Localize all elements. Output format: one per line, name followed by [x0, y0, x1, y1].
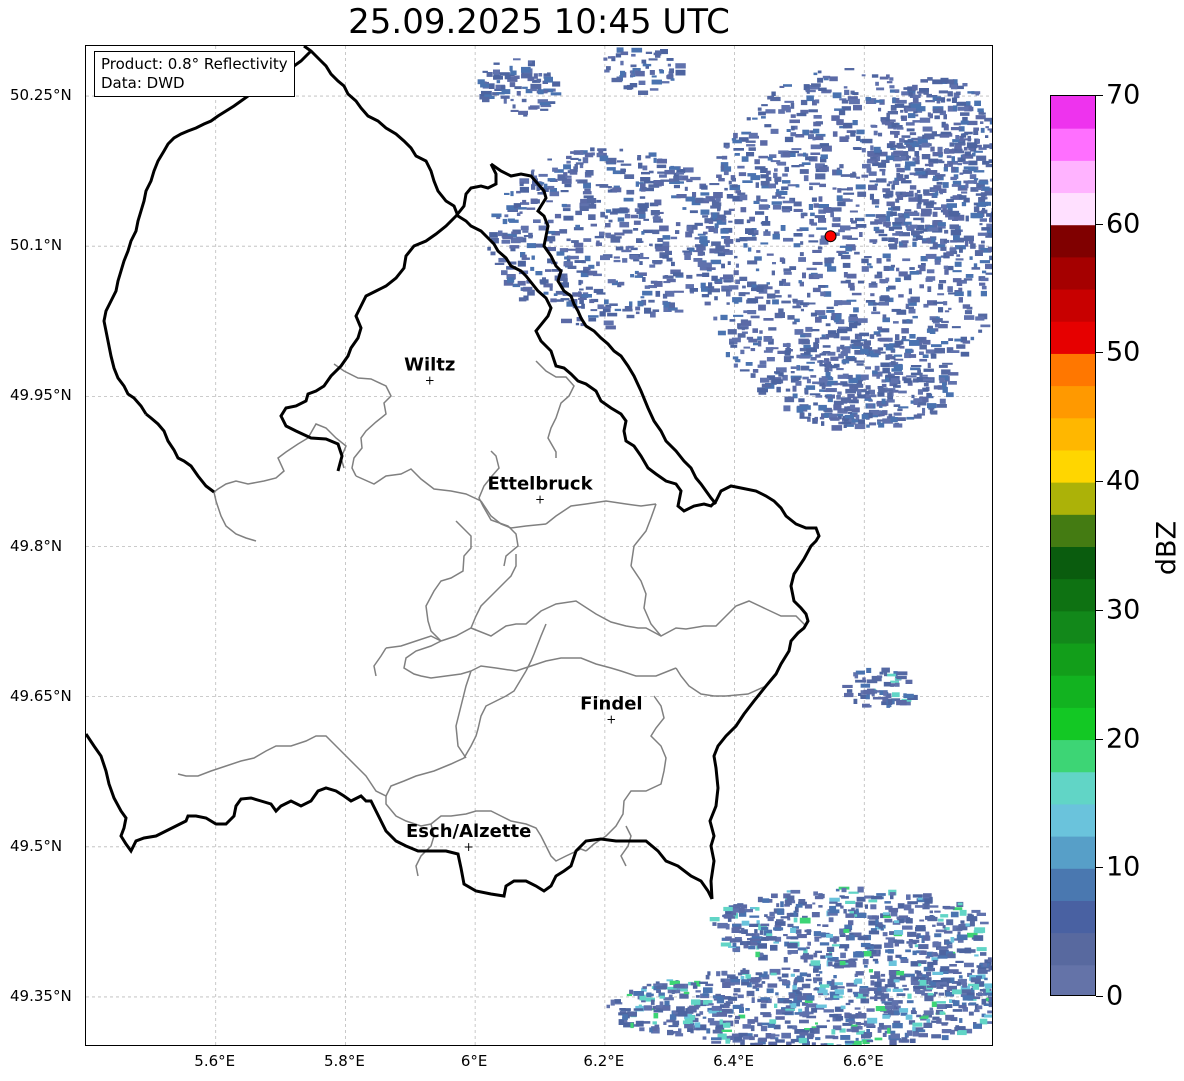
colorbar-tick-label: 60: [1106, 208, 1141, 240]
colorbar-tick-mark: [1096, 867, 1103, 869]
colorbar-swatch: [1051, 964, 1095, 995]
radar-site-dot: [824, 230, 837, 243]
product-info-box: Product: 0.8° Reflectivity Data: DWD: [94, 51, 295, 97]
city-marker: +: [606, 713, 616, 727]
map-title: 25.09.2025 10:45 UTC: [348, 2, 730, 42]
colorbar-tick-label: 30: [1106, 594, 1141, 626]
city-markers: +Wiltz+Ettelbruck+Findel+Esch/Alzette: [404, 354, 643, 853]
colorbar-swatch: [1051, 868, 1095, 901]
colorbar-swatch: [1051, 321, 1095, 354]
colorbar-swatch: [1051, 96, 1095, 129]
colorbar-swatch: [1051, 224, 1095, 258]
colorbar-swatch: [1051, 707, 1095, 741]
colorbar-swatch: [1051, 643, 1095, 676]
lat-tick-label: 49.5°N: [10, 836, 63, 855]
colorbar-swatch: [1051, 449, 1095, 483]
colorbar-swatch: [1051, 417, 1095, 451]
city-marker: +: [425, 373, 435, 387]
colorbar-tick-mark: [1096, 996, 1103, 997]
canton-borders: [177, 360, 807, 877]
colorbar-swatch: [1051, 675, 1095, 708]
colorbar-label: dBZ: [1151, 520, 1183, 576]
data-source-text: Data: DWD: [101, 74, 185, 92]
radar-site-marker: [824, 230, 837, 243]
city-label: Wiltz: [404, 354, 455, 375]
colorbar-swatch: [1051, 160, 1095, 194]
lat-tick-label: 49.95°N: [10, 386, 72, 405]
colorbar-swatch: [1051, 578, 1095, 612]
colorbar-swatch: [1051, 482, 1095, 515]
city-marker: +: [464, 840, 474, 854]
lon-tick-label: 6.6°E: [842, 1052, 884, 1070]
colorbar-swatch: [1051, 256, 1095, 290]
lat-tick-label: 49.8°N: [10, 536, 63, 555]
colorbar-swatches: [1051, 96, 1095, 995]
product-text: Product: 0.8° Reflectivity: [101, 55, 288, 73]
colorbar-swatch: [1051, 932, 1095, 966]
colorbar-tick-mark: [1096, 352, 1103, 354]
lat-tick-label: 50.25°N: [10, 86, 72, 105]
lat-tick-label: 50.1°N: [10, 236, 63, 255]
gridlines: [86, 46, 992, 1045]
colorbar: [1050, 95, 1096, 996]
city-label: Ettelbruck: [487, 473, 593, 494]
colorbar-tick-mark: [1096, 481, 1103, 483]
colorbar-swatch: [1051, 192, 1095, 226]
colorbar-tick-label: 0: [1106, 980, 1124, 1012]
colorbar-swatch: [1051, 514, 1095, 547]
colorbar-tick-label: 10: [1106, 851, 1141, 883]
colorbar-swatch: [1051, 771, 1095, 805]
colorbar-swatch: [1051, 353, 1095, 387]
colorbar-swatch: [1051, 836, 1095, 869]
colorbar-tick-label: 20: [1106, 723, 1141, 755]
colorbar-swatch: [1051, 739, 1095, 773]
colorbar-swatch: [1051, 900, 1095, 934]
colorbar-swatch: [1051, 385, 1095, 419]
radar-map[interactable]: + Wiltz + Ettelbruck + Findel + Esch/Alzette: [85, 45, 993, 1046]
colorbar-swatch: [1051, 610, 1095, 644]
colorbar-tick-mark: [1096, 738, 1103, 740]
city-marker: +: [535, 492, 545, 506]
colorbar-swatch: [1051, 128, 1095, 161]
city-label: Findel: [580, 694, 643, 715]
colorbar-swatch: [1051, 289, 1095, 322]
lon-tick-label: 5.6°E: [194, 1052, 236, 1070]
map-svg: +Wiltz+Ettelbruck+Findel+Esch/Alzette: [86, 46, 992, 1045]
country-borders: [86, 46, 821, 900]
colorbar-swatch: [1051, 803, 1095, 837]
colorbar-tick-label: 50: [1106, 336, 1141, 368]
lat-tick-label: 49.35°N: [10, 986, 72, 1005]
lat-tick-label: 49.65°N: [10, 686, 72, 705]
colorbar-tick-label: 40: [1106, 465, 1141, 497]
city-label: Esch/Alzette: [406, 821, 531, 842]
colorbar-tick-mark: [1096, 223, 1103, 225]
lon-tick-label: 5.8°E: [324, 1052, 365, 1070]
lon-tick-label: 6.2°E: [583, 1052, 625, 1070]
lon-tick-label: 6.4°E: [713, 1052, 754, 1070]
colorbar-swatch: [1051, 546, 1095, 580]
colorbar-tick-label: 70: [1106, 79, 1141, 111]
colorbar-tick-mark: [1096, 609, 1103, 611]
lon-tick-label: 6°E: [460, 1052, 488, 1070]
colorbar-tick-mark: [1096, 95, 1103, 96]
